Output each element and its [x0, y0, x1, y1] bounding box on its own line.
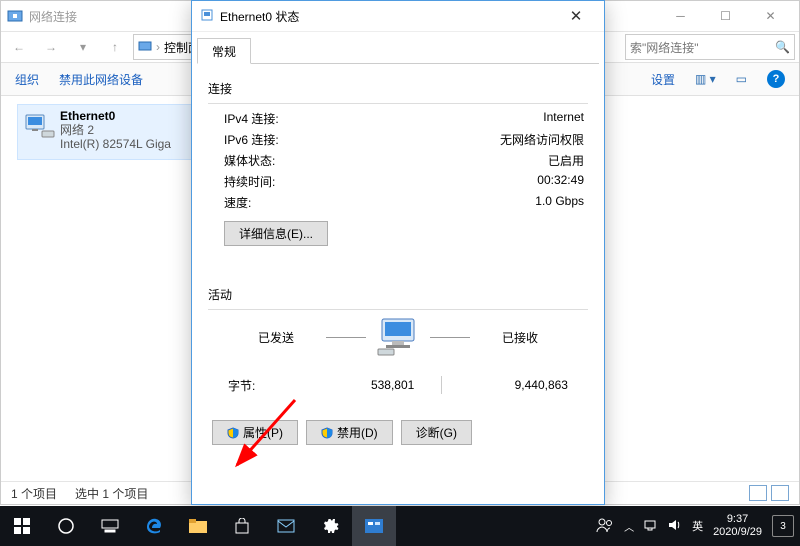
- breadcrumb-sep: ›: [156, 40, 160, 54]
- shield-icon: [321, 427, 333, 439]
- view-details-icon[interactable]: [749, 485, 767, 501]
- maximize-button[interactable]: ☐: [703, 2, 748, 30]
- properties-button[interactable]: 属性(P): [212, 420, 298, 445]
- address-icon: [138, 39, 152, 56]
- search-icon: 🔍: [775, 40, 790, 54]
- mail-icon[interactable]: [264, 506, 308, 546]
- ipv4-label: IPv4 连接:: [224, 110, 279, 127]
- edge-icon[interactable]: [132, 506, 176, 546]
- settings-icon[interactable]: [308, 506, 352, 546]
- selected-count: 选中 1 个项目: [75, 485, 148, 502]
- network-tray-icon[interactable]: [644, 519, 658, 534]
- disable-button-label: 禁用(D): [337, 424, 378, 441]
- search-input[interactable]: 索"网络连接" 🔍: [625, 34, 795, 60]
- disable-device-button[interactable]: 禁用此网络设备: [59, 71, 143, 88]
- section-connection: 连接: [208, 80, 588, 97]
- help-icon[interactable]: ?: [767, 70, 785, 88]
- system-tray: ︿ 英 9:37 2020/9/29 3: [596, 513, 800, 539]
- adapter-device: Intel(R) 82574L Giga: [60, 137, 171, 151]
- view-dropdown-icon[interactable]: ▥ ▾: [695, 72, 716, 86]
- dialog-close-button[interactable]: ✕: [556, 7, 596, 25]
- section-activity: 活动: [208, 286, 588, 303]
- view-large-icon[interactable]: [771, 485, 789, 501]
- toolbar-settings[interactable]: 设置: [651, 71, 675, 88]
- ime-indicator[interactable]: 英: [692, 518, 703, 534]
- dialog-button-row: 属性(P) 禁用(D) 诊断(G): [212, 420, 584, 445]
- close-button[interactable]: ✕: [748, 2, 793, 30]
- ipv6-label: IPv6 连接:: [224, 131, 279, 148]
- minimize-button[interactable]: ─: [658, 2, 703, 30]
- duration-value: 00:32:49: [537, 173, 584, 190]
- speed-label: 速度:: [224, 194, 251, 211]
- file-explorer-icon[interactable]: [176, 506, 220, 546]
- notification-badge: 3: [780, 521, 786, 532]
- tray-chevron-icon[interactable]: ︿: [624, 519, 634, 534]
- tab-bar: 常规: [197, 37, 599, 64]
- people-icon[interactable]: [596, 517, 614, 536]
- item-count: 1 个项目: [11, 485, 57, 502]
- dialog-titlebar[interactable]: Ethernet0 状态 ✕: [192, 1, 604, 32]
- shield-icon: [227, 427, 239, 439]
- speed-value: 1.0 Gbps: [535, 194, 584, 211]
- sent-label: 已发送: [236, 329, 316, 346]
- start-button[interactable]: [0, 506, 44, 546]
- dialog-icon: [200, 8, 214, 25]
- cortana-icon[interactable]: [44, 506, 88, 546]
- bytes-sent: 538,801: [314, 378, 414, 392]
- adapter-icon: [20, 107, 60, 147]
- recv-label: 已接收: [480, 329, 560, 346]
- store-icon[interactable]: [220, 506, 264, 546]
- computer-icon: [376, 318, 420, 356]
- clock-time: 9:37: [713, 513, 762, 526]
- adapter-item-ethernet0[interactable]: Ethernet0 网络 2 Intel(R) 82574L Giga: [17, 104, 203, 160]
- search-placeholder: 索"网络连接": [630, 39, 699, 56]
- properties-button-label: 属性(P): [243, 424, 283, 441]
- duration-label: 持续时间:: [224, 173, 275, 190]
- up-button[interactable]: ↑: [101, 35, 129, 59]
- preview-pane-icon[interactable]: ▭: [736, 72, 747, 86]
- details-button[interactable]: 详细信息(E)...: [224, 221, 328, 246]
- diagnose-button[interactable]: 诊断(G): [401, 420, 472, 445]
- explorer-title-text: 网络连接: [29, 8, 77, 25]
- adapter-name: Ethernet0: [60, 109, 171, 123]
- tab-general[interactable]: 常规: [197, 38, 251, 64]
- back-button[interactable]: ←: [5, 35, 33, 59]
- media-state-value: 已启用: [548, 152, 584, 169]
- organize-menu[interactable]: 组织: [15, 71, 39, 88]
- ipv6-value: 无网络访问权限: [500, 131, 584, 148]
- clock[interactable]: 9:37 2020/9/29: [713, 513, 762, 539]
- control-panel-taskbar-icon[interactable]: [352, 506, 396, 546]
- ethernet-status-dialog: Ethernet0 状态 ✕ 常规 连接 IPv4 连接: Internet IP…: [191, 0, 605, 505]
- volume-icon[interactable]: [668, 519, 682, 534]
- window-icon: [7, 8, 23, 24]
- task-view-icon[interactable]: [88, 506, 132, 546]
- action-center-icon[interactable]: 3: [772, 515, 794, 537]
- bytes-recv: 9,440,863: [468, 378, 568, 392]
- clock-date: 2020/9/29: [713, 526, 762, 539]
- taskbar: ︿ 英 9:37 2020/9/29 3: [0, 506, 800, 546]
- dialog-title-text: Ethernet0 状态: [220, 8, 299, 25]
- bytes-label: 字节:: [228, 377, 288, 394]
- disable-button[interactable]: 禁用(D): [306, 420, 393, 445]
- ipv4-value: Internet: [543, 110, 584, 127]
- adapter-network: 网络 2: [60, 123, 171, 137]
- separator: [441, 376, 442, 394]
- history-dropdown[interactable]: ▾: [69, 35, 97, 59]
- activity-diagram: 已发送 已接收: [208, 318, 588, 356]
- forward-button[interactable]: →: [37, 35, 65, 59]
- media-state-label: 媒体状态:: [224, 152, 275, 169]
